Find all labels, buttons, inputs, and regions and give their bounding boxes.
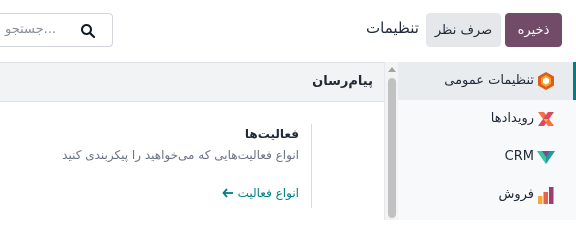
settings-hex-icon: [538, 72, 554, 90]
page-title: تنظیمات: [366, 19, 419, 37]
section-header: پیام‌رسان: [0, 62, 384, 102]
setting-activities: فعالیت‌ها انواع فعالیت‌هایی که می‌خواهید…: [0, 124, 312, 208]
search-placeholder: جستجو...: [5, 22, 57, 37]
setting-description: انواع فعالیت‌هایی که می‌خواهید را پیکربن…: [62, 148, 299, 162]
search-input[interactable]: جستجو...: [0, 13, 113, 47]
crm-icon: [537, 151, 555, 164]
settings-app-sidebar: تنظیمات عمومی رویدادها CRM فروش: [398, 62, 576, 220]
search-icon[interactable]: [80, 23, 96, 39]
sidebar-item-label: تنظیمات عمومی: [444, 73, 534, 88]
sidebar-item-events[interactable]: رویدادها: [398, 100, 576, 138]
sidebar-item-label: رویدادها: [490, 111, 534, 126]
activity-types-link-label: انواع فعالیت: [237, 186, 299, 200]
activity-types-link[interactable]: انواع فعالیت: [221, 186, 299, 200]
section-title: پیام‌رسان: [312, 74, 373, 89]
setting-title: فعالیت‌ها: [244, 127, 299, 141]
sales-icon: [538, 187, 554, 204]
sidebar-item-label: فروش: [498, 187, 534, 202]
sidebar-item-label: CRM: [504, 149, 534, 164]
scroll-thumb[interactable]: [388, 78, 396, 218]
control-panel: جستجو... تنظیمات صرف نظر ذخیره: [0, 0, 576, 62]
content-scrollbar[interactable]: [384, 62, 398, 220]
sidebar-item-general-settings[interactable]: تنظیمات عمومی: [398, 62, 576, 100]
settings-content: پیام‌رسان فعالیت‌ها انواع فعالیت‌هایی که…: [0, 62, 384, 220]
discard-button[interactable]: صرف نظر: [426, 13, 501, 47]
sidebar-item-crm[interactable]: CRM: [398, 138, 576, 176]
scroll-up-arrow-icon[interactable]: [388, 67, 396, 72]
events-icon: [538, 112, 554, 126]
sidebar-item-sales[interactable]: فروش: [398, 176, 576, 214]
arrow-left-icon: [221, 188, 233, 198]
save-button[interactable]: ذخیره: [505, 13, 562, 47]
